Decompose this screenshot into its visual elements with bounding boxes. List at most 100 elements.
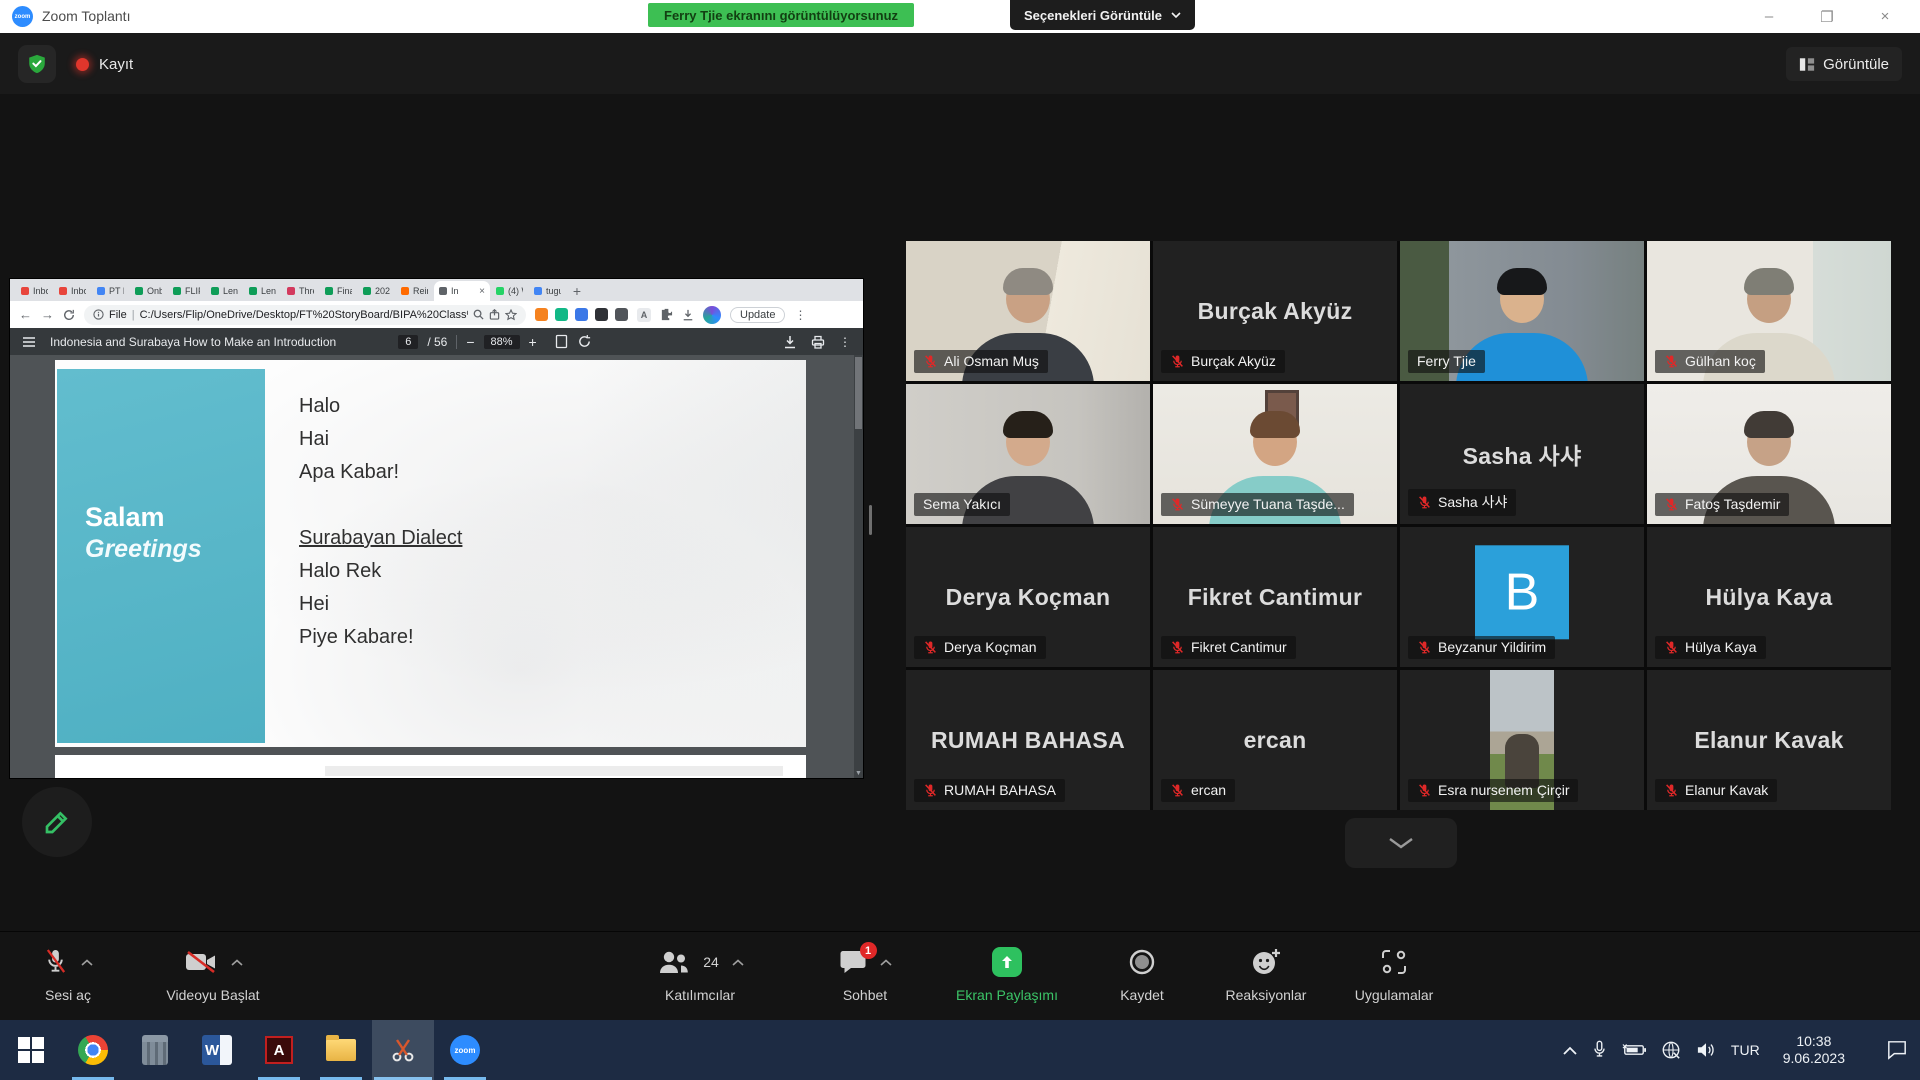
clock[interactable]: 10:38 9.06.2023: [1783, 1033, 1845, 1067]
browser-tab[interactable]: (4) W: [491, 281, 528, 301]
pdf-zoom-in-button[interactable]: +: [529, 334, 537, 350]
taskbar-explorer[interactable]: [310, 1020, 372, 1080]
participants-caret[interactable]: [732, 959, 744, 966]
tray-network-icon[interactable]: [1661, 1040, 1681, 1060]
pdf-more-icon[interactable]: ⋮: [839, 335, 851, 349]
browser-extension-icon[interactable]: [615, 308, 628, 321]
collapse-gallery-button[interactable]: [1345, 818, 1457, 868]
browser-tab[interactable]: tugu: [529, 281, 566, 301]
chrome-update-button[interactable]: Update: [730, 307, 785, 323]
downloads-icon[interactable]: [682, 309, 694, 321]
new-tab-button[interactable]: +: [567, 281, 587, 301]
reload-icon[interactable]: [63, 309, 75, 321]
reactions-button[interactable]: Reaksiyonlar: [1212, 941, 1320, 1013]
apps-button[interactable]: Uygulamalar: [1340, 941, 1448, 1013]
video-options-caret[interactable]: [231, 959, 243, 966]
participant-tile[interactable]: Ali Osman Muş: [906, 241, 1150, 381]
participant-tile[interactable]: Sümeyye Tuana Taşde...: [1153, 384, 1397, 524]
browser-tab[interactable]: Lendi: [244, 281, 281, 301]
taskbar-snipping-tool[interactable]: [372, 1020, 434, 1080]
chat-caret[interactable]: [880, 959, 892, 966]
participant-tile[interactable]: Esra nursenem Çirçir: [1400, 670, 1644, 810]
participant-tile[interactable]: Hülya Kaya Hülya Kaya: [1647, 527, 1891, 667]
participant-tile[interactable]: Ferry Tjie: [1400, 241, 1644, 381]
translate-icon[interactable]: A: [637, 308, 651, 322]
browser-tab[interactable]: Onbo: [130, 281, 167, 301]
participant-tile[interactable]: Gülhan koç: [1647, 241, 1891, 381]
browser-profile-avatar[interactable]: [703, 306, 721, 324]
notification-center-icon[interactable]: [1886, 1040, 1908, 1060]
close-button[interactable]: ×: [1856, 0, 1914, 33]
browser-tab[interactable]: Threa: [282, 281, 319, 301]
browser-tab[interactable]: In ×: [434, 281, 490, 301]
participant-tile[interactable]: Elanur Kavak Elanur Kavak: [1647, 670, 1891, 810]
taskbar-word[interactable]: W: [186, 1020, 248, 1080]
participant-tile[interactable]: Sema Yakıcı: [906, 384, 1150, 524]
start-video-button[interactable]: Videoyu Başlat: [130, 941, 296, 1013]
pdf-menu-icon[interactable]: [22, 336, 36, 348]
pdf-zoom-out-button[interactable]: −: [466, 334, 474, 350]
browser-menu-icon[interactable]: ⋮: [794, 308, 806, 322]
taskbar-calculator[interactable]: [124, 1020, 186, 1080]
participant-tile[interactable]: Sasha 사샤 Sasha 사샤: [1400, 384, 1644, 524]
browser-tab[interactable]: Lendi: [206, 281, 243, 301]
tray-battery-icon[interactable]: [1622, 1043, 1646, 1057]
pdf-scrollbar-thumb[interactable]: [855, 357, 862, 429]
browser-tab[interactable]: Reimb: [396, 281, 433, 301]
page-info-icon[interactable]: [93, 309, 104, 320]
browser-extension-icon[interactable]: [535, 308, 548, 321]
language-indicator[interactable]: TUR: [1731, 1042, 1760, 1058]
participant-tile[interactable]: Fatoş Taşdemir: [1647, 384, 1891, 524]
participant-tile[interactable]: B Beyzanur Yildirim: [1400, 527, 1644, 667]
participant-tile[interactable]: Burçak Akyüz Burçak Akyüz: [1153, 241, 1397, 381]
participant-tile[interactable]: Derya Koçman Derya Koçman: [906, 527, 1150, 667]
participant-tile[interactable]: Fikret Cantimur Fikret Cantimur: [1153, 527, 1397, 667]
record-button[interactable]: Kaydet: [1110, 941, 1174, 1013]
zoom-page-icon[interactable]: [473, 309, 484, 320]
pdf-page-input[interactable]: 6: [398, 335, 418, 349]
browser-tab[interactable]: FLIP N: [168, 281, 205, 301]
browser-extension-icon[interactable]: [555, 308, 568, 321]
pdf-zoom-level[interactable]: 88%: [484, 335, 520, 349]
browser-tab[interactable]: Finan: [320, 281, 357, 301]
browser-extension-icon[interactable]: [595, 308, 608, 321]
minimize-button[interactable]: –: [1740, 0, 1798, 33]
browser-tab[interactable]: Inbox: [54, 281, 91, 301]
pdf-print-icon[interactable]: [811, 335, 825, 349]
tray-expand-icon[interactable]: [1563, 1046, 1577, 1055]
unmute-button[interactable]: Sesi aç: [20, 941, 116, 1013]
share-screen-button[interactable]: Ekran Paylaşımı: [942, 941, 1072, 1013]
pdf-download-icon[interactable]: [783, 335, 797, 349]
browser-tab[interactable]: 2023: [358, 281, 395, 301]
pdf-fit-page-icon[interactable]: [555, 334, 568, 349]
chat-button[interactable]: 1 Sohbet: [822, 941, 908, 1013]
tab-close-icon[interactable]: ×: [479, 286, 485, 297]
annotate-button[interactable]: [22, 787, 92, 857]
view-options-dropdown[interactable]: Seçenekleri Görüntüle: [1010, 0, 1195, 30]
view-button[interactable]: Görüntüle: [1786, 47, 1902, 81]
participants-button[interactable]: 24 Katılımcılar: [652, 941, 748, 1013]
pdf-scrollbar[interactable]: ▼: [854, 355, 863, 778]
browser-tab[interactable]: PT Fli: [92, 281, 129, 301]
participant-tile[interactable]: RUMAH BAHASA RUMAH BAHASA: [906, 670, 1150, 810]
bookmark-star-icon[interactable]: [505, 309, 517, 321]
browser-extension-icon[interactable]: [575, 308, 588, 321]
forward-icon[interactable]: →: [41, 307, 54, 322]
back-icon[interactable]: ←: [19, 307, 32, 322]
security-shield-button[interactable]: [18, 45, 56, 83]
taskbar-chrome[interactable]: [62, 1020, 124, 1080]
layout-divider-handle[interactable]: [869, 505, 872, 535]
taskbar-zoom[interactable]: zoom: [434, 1020, 496, 1080]
browser-tab[interactable]: Inbox: [16, 281, 53, 301]
pdf-rotate-icon[interactable]: [577, 334, 592, 349]
share-page-icon[interactable]: [489, 309, 500, 320]
url-field[interactable]: File | C:/Users/Flip/OneDrive/Desktop/FT…: [84, 305, 526, 325]
tray-mic-icon[interactable]: [1592, 1040, 1607, 1060]
maximize-button[interactable]: ❐: [1798, 0, 1856, 33]
tray-volume-icon[interactable]: [1696, 1041, 1716, 1059]
participant-tile[interactable]: ercan ercan: [1153, 670, 1397, 810]
taskbar-acrobat[interactable]: A: [248, 1020, 310, 1080]
start-button[interactable]: [0, 1020, 62, 1080]
extensions-puzzle-icon[interactable]: [660, 308, 673, 321]
mic-options-caret[interactable]: [81, 959, 93, 966]
